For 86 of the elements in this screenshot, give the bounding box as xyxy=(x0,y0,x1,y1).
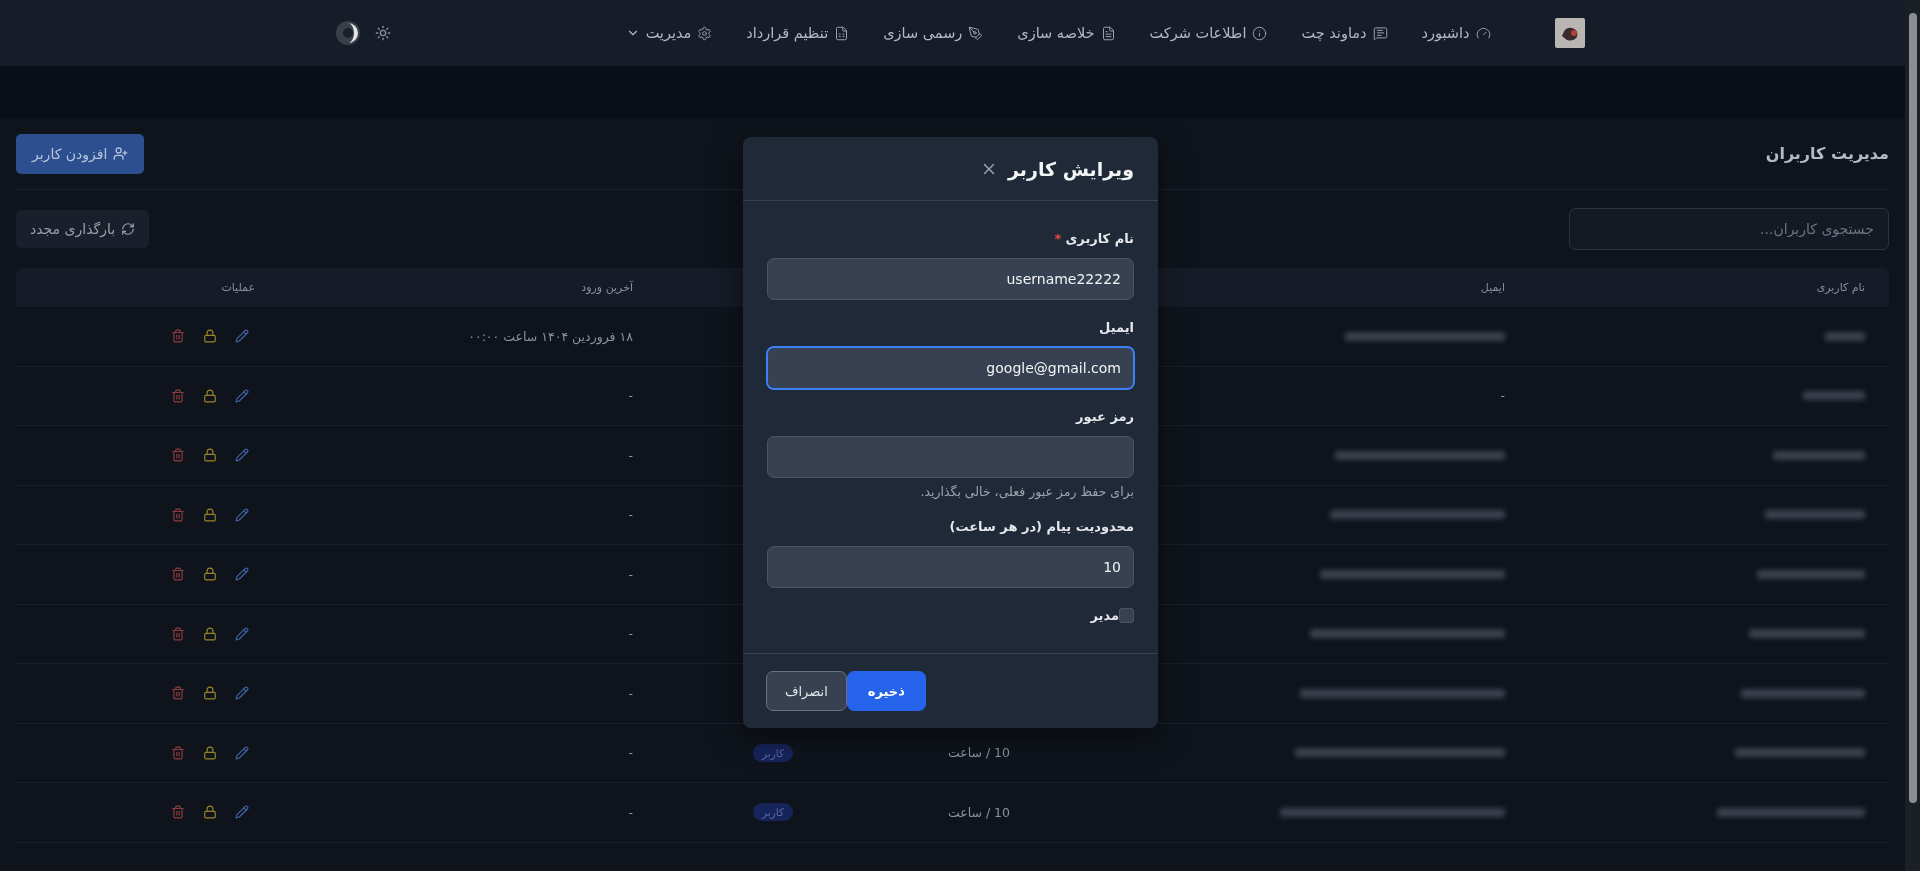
blurred-text xyxy=(1825,331,1865,341)
nav-link[interactable]: تنظیم قرارداد xyxy=(746,25,850,41)
delete-button[interactable] xyxy=(171,329,185,344)
field-label: ایمیل xyxy=(1098,320,1134,335)
nav-icon xyxy=(697,25,713,41)
nav-link[interactable]: دماوند چت xyxy=(1301,25,1388,41)
role-tag: کاربر xyxy=(753,803,793,822)
edit-button[interactable] xyxy=(235,686,249,701)
table-cell: - xyxy=(628,685,633,701)
delete-button[interactable] xyxy=(171,388,185,403)
nav-icon xyxy=(1372,25,1388,41)
edit-button[interactable] xyxy=(235,626,249,641)
role-tag: کاربر xyxy=(753,743,793,762)
nav-icon xyxy=(834,25,850,41)
lock-button[interactable] xyxy=(203,507,217,522)
lock-button[interactable] xyxy=(203,567,217,582)
delete-button[interactable] xyxy=(171,448,185,463)
nav-link[interactable]: رسمی سازی xyxy=(883,25,984,41)
table-cell: - xyxy=(628,507,633,523)
field-label: نام کاربری * xyxy=(1053,231,1134,246)
edit-button[interactable] xyxy=(235,805,249,820)
table-cell: - xyxy=(628,804,633,820)
field-label: محدودیت پیام (در هر ساعت) xyxy=(948,519,1134,534)
nav-link[interactable]: اطلاعات شرکت xyxy=(1149,25,1268,41)
input-field[interactable]: 10 xyxy=(767,546,1134,588)
column-header: نام کاربری xyxy=(1816,281,1866,294)
field-hint: برای حفظ رمز عبور فعلی، خالی بگذارید. xyxy=(919,484,1134,499)
theme-toggle-icon[interactable] xyxy=(334,20,361,46)
edit-button[interactable] xyxy=(235,507,249,522)
edit-button[interactable] xyxy=(235,745,249,760)
lock-button[interactable] xyxy=(203,805,217,820)
table-cell: - xyxy=(1500,388,1505,404)
checkbox[interactable] xyxy=(1119,608,1134,623)
nav-icon xyxy=(1475,25,1491,41)
table-cell: - xyxy=(628,745,633,761)
sun-icon[interactable] xyxy=(374,25,391,41)
nav-link[interactable]: خلاصه سازی xyxy=(1017,25,1116,41)
column-header: آخرین ورود xyxy=(581,281,635,294)
table-cell: - xyxy=(628,388,633,404)
nav-icon xyxy=(1252,25,1268,41)
nav-icon xyxy=(968,25,984,41)
delete-button[interactable] xyxy=(171,567,185,582)
checkbox-label: مدیر xyxy=(1090,608,1119,623)
nav-icon xyxy=(1100,25,1116,41)
save-button[interactable]: ذخیره xyxy=(846,671,926,711)
nav-link[interactable]: مدیریت xyxy=(625,25,713,41)
scrollbar[interactable] xyxy=(1905,0,1920,871)
delete-button[interactable] xyxy=(171,507,185,522)
search-field[interactable]: جستجوی کاربران... xyxy=(1569,208,1889,250)
input-field[interactable] xyxy=(767,436,1134,478)
add-user-button[interactable]: افزودن کاربر xyxy=(16,133,145,174)
required-mark: * xyxy=(1054,231,1062,246)
column-header: عملیات xyxy=(221,281,256,294)
table-cell: - xyxy=(628,447,633,463)
delete-button[interactable] xyxy=(171,686,185,701)
table-cell: ۱۸ فروردین ۱۴۰۴ ساعت ۰۰:۰۰ xyxy=(468,328,633,344)
blurred-text xyxy=(1803,391,1865,401)
lock-button[interactable] xyxy=(203,329,217,344)
dialog-title: ویرایش کاربر xyxy=(1008,157,1134,180)
lock-button[interactable] xyxy=(203,745,217,760)
edit-button[interactable] xyxy=(235,567,249,582)
table-cell: - xyxy=(628,566,633,582)
table-cell: 10 / ساعت xyxy=(947,804,1010,820)
field-label: رمز عبور xyxy=(1074,409,1134,424)
user-plus-icon xyxy=(113,146,129,161)
lock-button[interactable] xyxy=(203,626,217,641)
lock-button[interactable] xyxy=(203,448,217,463)
delete-button[interactable] xyxy=(171,745,185,760)
nav-link[interactable]: داشبورد xyxy=(1421,25,1491,41)
edit-button[interactable] xyxy=(235,448,249,463)
table-cell: 10 / ساعت xyxy=(947,745,1010,761)
lock-button[interactable] xyxy=(203,388,217,403)
cancel-button[interactable]: انصراف xyxy=(766,671,847,711)
page-title: مدیریت کاربران xyxy=(1765,144,1889,163)
reload-button[interactable]: بارگذاری مجدد xyxy=(16,210,150,248)
delete-button[interactable] xyxy=(171,805,185,820)
refresh-icon xyxy=(121,222,136,236)
table-cell: - xyxy=(628,626,633,642)
lock-button[interactable] xyxy=(203,686,217,701)
edit-button[interactable] xyxy=(235,329,249,344)
input-field[interactable]: username22222 xyxy=(767,258,1134,300)
input-field[interactable]: google@gmail.com xyxy=(767,347,1134,389)
edit-button[interactable] xyxy=(235,388,249,403)
delete-button[interactable] xyxy=(171,626,185,641)
logo-icon[interactable] xyxy=(1554,18,1585,48)
column-header: ایمیل xyxy=(1480,281,1506,294)
